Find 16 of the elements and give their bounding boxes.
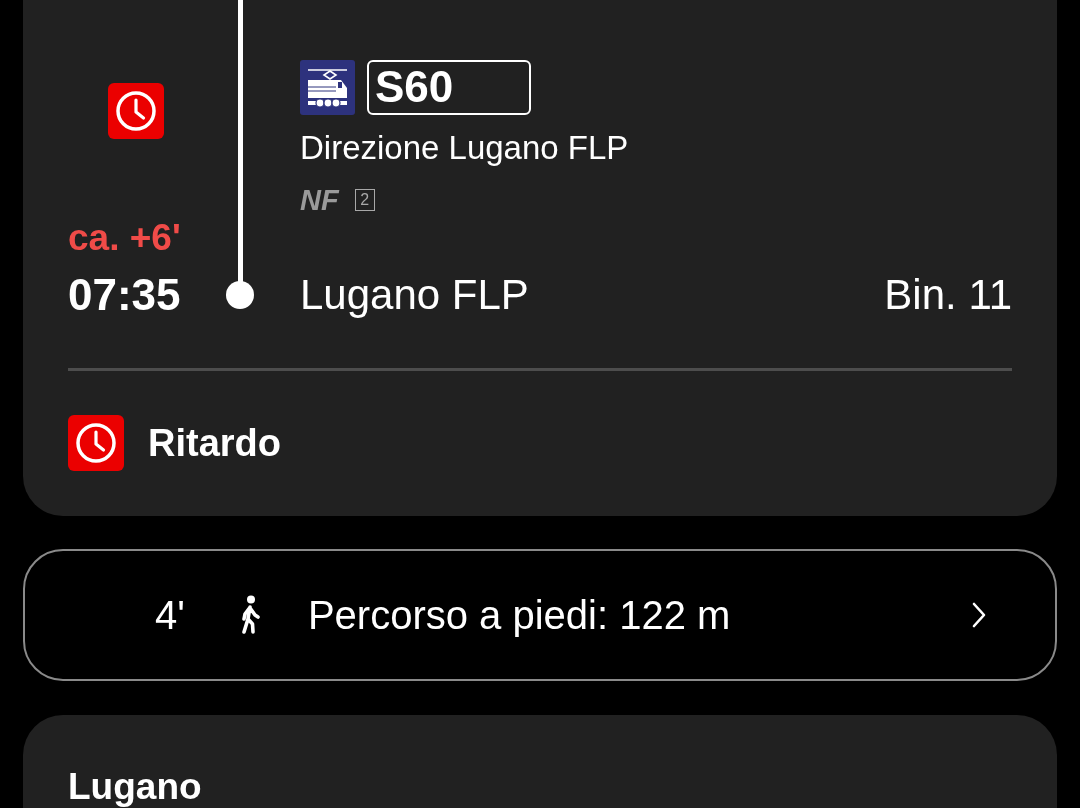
station-heading: Lugano [68, 768, 203, 806]
line-label: S60 [367, 60, 531, 115]
clock-icon [68, 415, 124, 471]
vehicle-type-label: NF [300, 184, 339, 216]
chevron-right-icon [972, 602, 986, 628]
arrival-time: 07:35 [68, 270, 182, 320]
class-label: 2 [354, 189, 375, 211]
delay-text: ca. +6' [68, 218, 181, 258]
direction-text: Direzione Lugano FLP [300, 128, 630, 168]
clock-icon [108, 83, 164, 139]
stop-dot-icon [226, 281, 254, 309]
station-name: Lugano FLP [300, 270, 529, 320]
locomotive-icon [300, 60, 355, 115]
walking-route-button[interactable]: 4' Percorso a piedi: 122 m [23, 549, 1057, 681]
platform-label: Bin. 11 [884, 270, 1012, 320]
notice-text: Ritardo [148, 421, 281, 465]
